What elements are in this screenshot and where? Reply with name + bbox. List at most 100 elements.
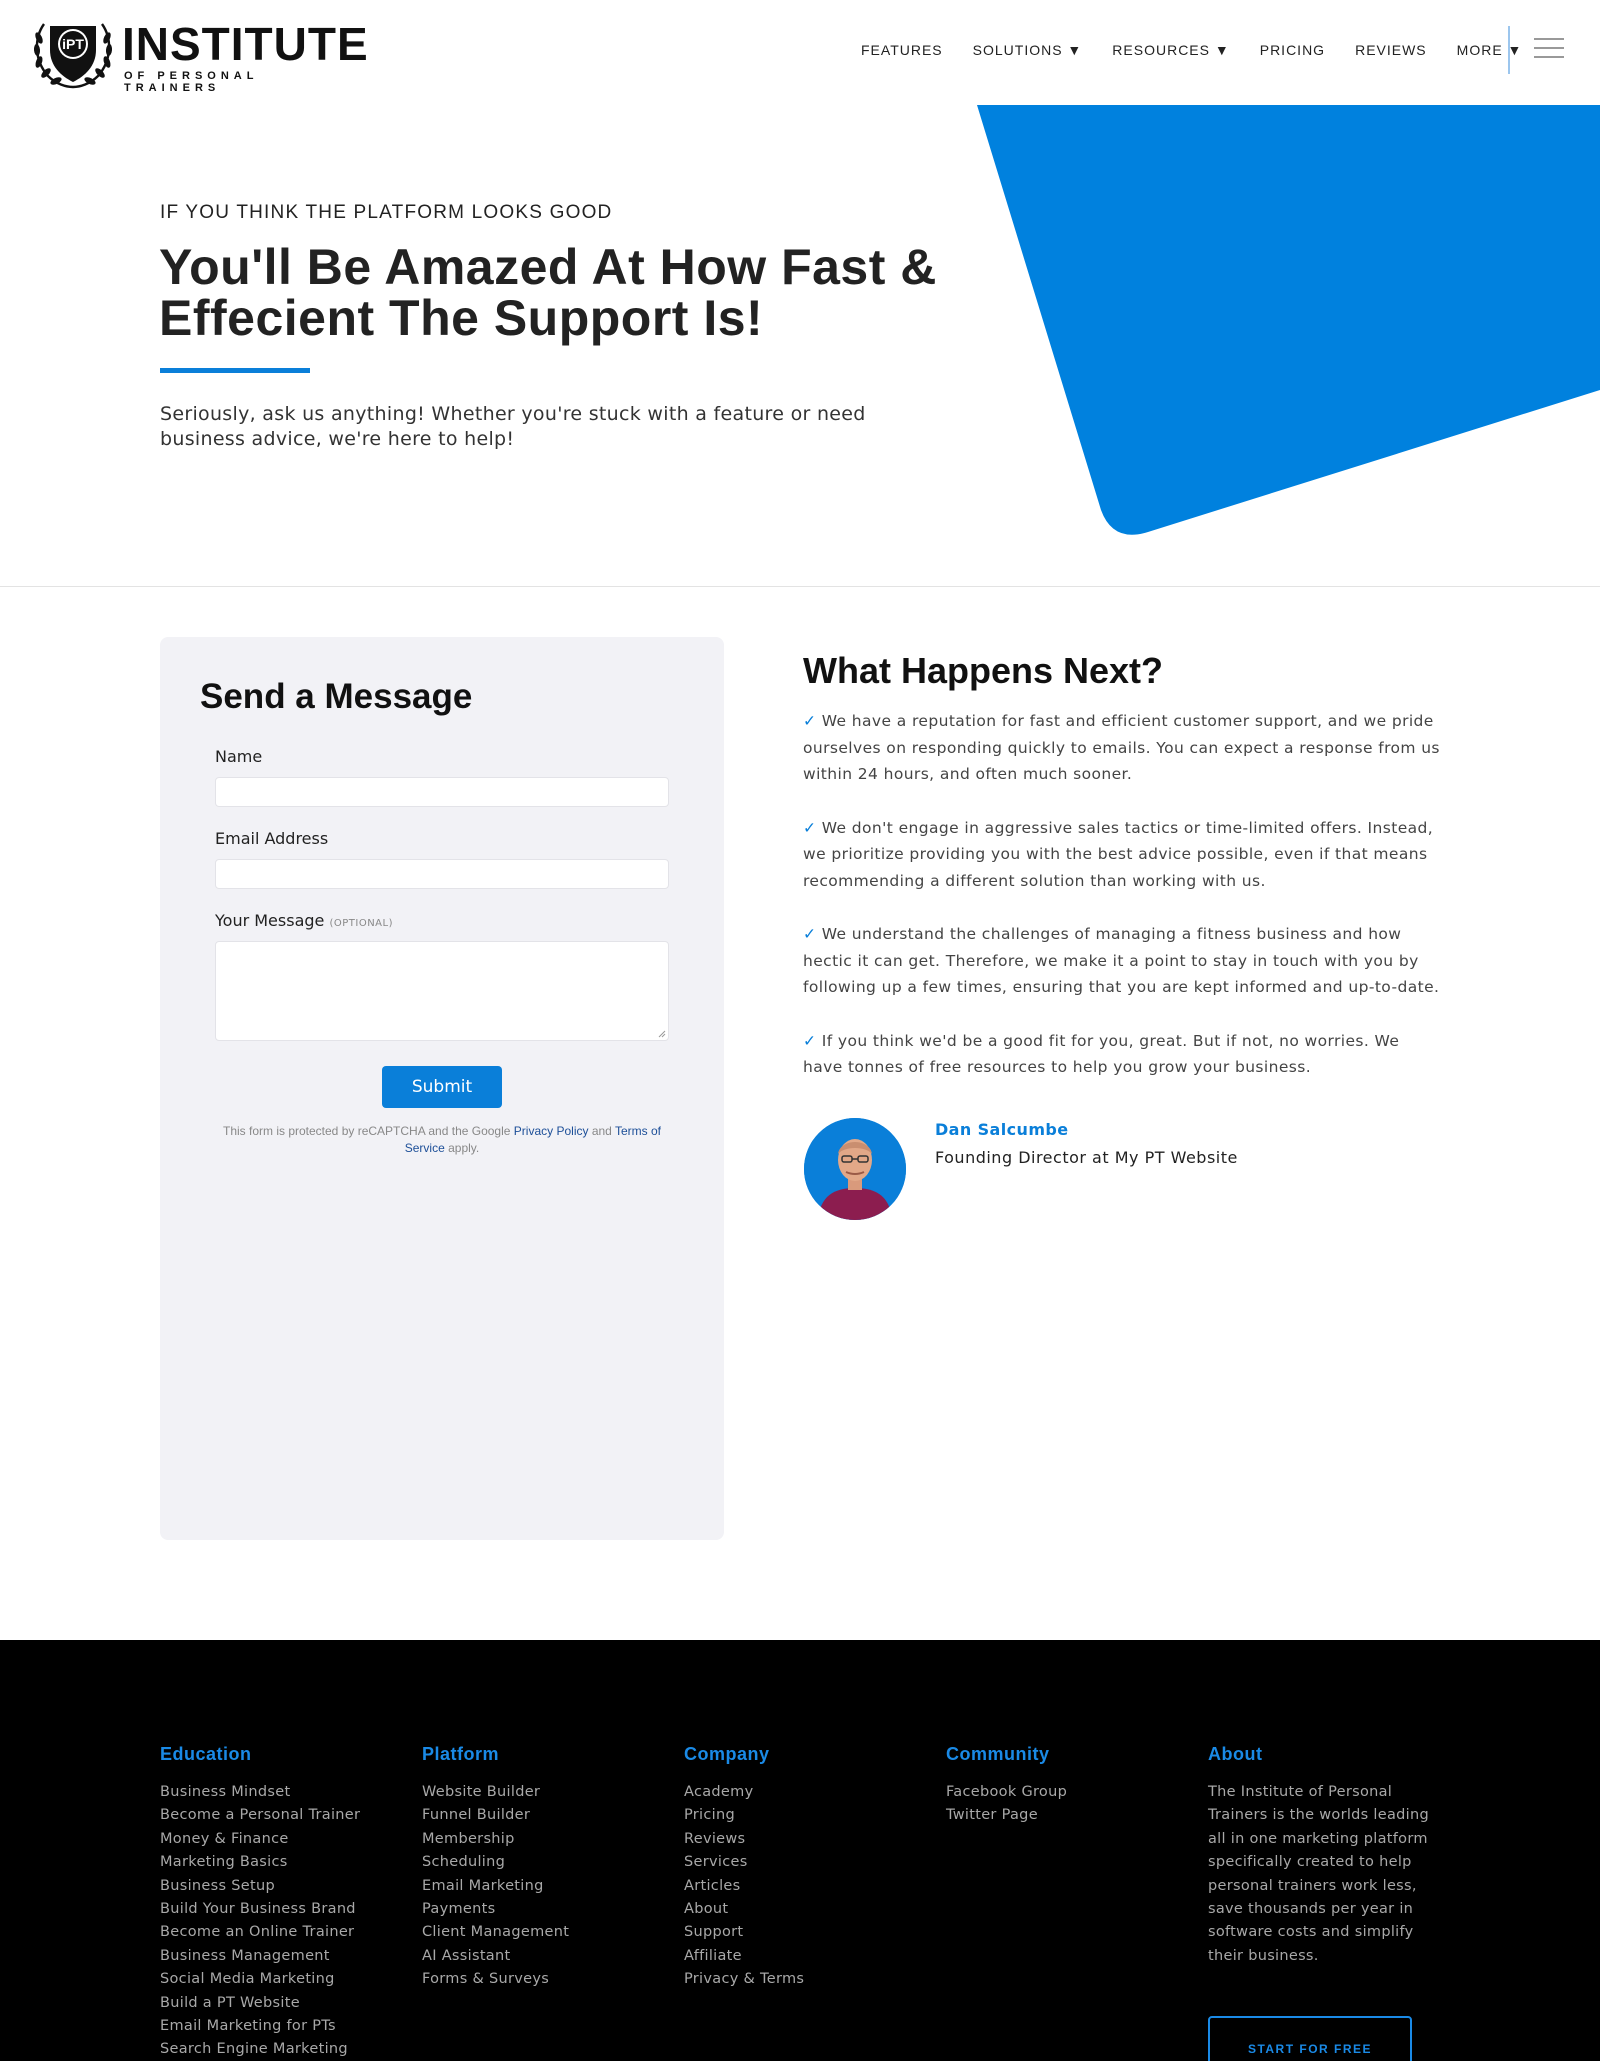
- footer-community-column: Community Facebook Group Twitter Page: [946, 1744, 1067, 1828]
- privacy-policy-link[interactable]: Privacy Policy: [514, 1124, 589, 1138]
- submit-button[interactable]: Submit: [382, 1066, 502, 1108]
- nav-reviews[interactable]: REVIEWS: [1355, 42, 1427, 58]
- nav-more[interactable]: MORE ▼: [1457, 42, 1523, 58]
- message-label-text: Your Message: [215, 911, 325, 930]
- logo[interactable]: iPT INSTITUTE OF PERSONAL TRAINERS: [30, 14, 368, 94]
- nav-solutions[interactable]: SOLUTIONS ▼: [973, 42, 1083, 58]
- message-label: Your Message (OPTIONAL): [215, 911, 393, 930]
- next-step-text: We don't engage in aggressive sales tact…: [803, 818, 1434, 890]
- brand-tagline: OF PERSONAL TRAINERS: [124, 70, 259, 94]
- nav-resources[interactable]: RESOURCES ▼: [1112, 42, 1229, 58]
- next-step-item: ✓ We have a reputation for fast and effi…: [803, 708, 1443, 788]
- footer-link[interactable]: Build Your Business Brand: [160, 1898, 360, 1921]
- footer-link[interactable]: Become an Online Trainer: [160, 1921, 360, 1944]
- footer-link[interactable]: AI Assistant: [422, 1945, 569, 1968]
- footer-link[interactable]: Forms & Surveys: [422, 1968, 569, 1991]
- brand-name: INSTITUTE: [122, 18, 369, 70]
- footer-link[interactable]: Become a Personal Trainer: [160, 1804, 360, 1827]
- footer-link[interactable]: Reviews: [684, 1828, 804, 1851]
- recaptcha-prefix: This form is protected by reCAPTCHA and …: [222, 1124, 511, 1138]
- main-nav: FEATURES SOLUTIONS ▼ RESOURCES ▼ PRICING…: [846, 36, 1537, 64]
- email-input[interactable]: [215, 859, 669, 889]
- recaptcha-suffix: apply.: [448, 1141, 480, 1155]
- footer-link[interactable]: Money & Finance: [160, 1828, 360, 1851]
- footer-link[interactable]: Privacy & Terms: [684, 1968, 804, 1991]
- next-steps-list: ✓ We have a reputation for fast and effi…: [803, 708, 1443, 1108]
- footer-column-title: Education: [160, 1744, 252, 1764]
- footer-column-title: About: [1208, 1744, 1263, 1764]
- next-step-text: We have a reputation for fast and effici…: [803, 712, 1440, 783]
- next-step-item: ✓ We don't engage in aggressive sales ta…: [803, 815, 1443, 895]
- footer-link[interactable]: Build a PT Website: [160, 1992, 360, 2015]
- next-step-text: We understand the challenges of managing…: [803, 925, 1440, 996]
- footer-about-column: About The Institute of Personal Trainers…: [1208, 1744, 1448, 1968]
- laurel-shield-logo-icon: iPT: [33, 23, 113, 89]
- site-footer: Education Business Mindset Become a Pers…: [0, 1640, 1600, 2061]
- footer-link[interactable]: Twitter Page: [946, 1804, 1067, 1827]
- footer-link[interactable]: Facebook Group: [946, 1781, 1067, 1804]
- footer-link[interactable]: Funnel Builder: [422, 1804, 569, 1827]
- footer-link[interactable]: Business Setup: [160, 1875, 360, 1898]
- nav-divider: [1508, 26, 1510, 74]
- nav-features[interactable]: FEATURES: [861, 42, 943, 58]
- checkmark-icon: ✓: [803, 818, 817, 837]
- footer-link[interactable]: Marketing Basics: [160, 1851, 360, 1874]
- footer-link[interactable]: Client Management: [422, 1921, 569, 1944]
- person-portrait-icon: [804, 1118, 906, 1220]
- start-for-free-button[interactable]: START FOR FREE: [1208, 2016, 1412, 2061]
- hero-title: You'll Be Amazed At How Fast & Effecient…: [159, 239, 937, 346]
- footer-link[interactable]: Pricing: [684, 1804, 804, 1827]
- footer-about-text: The Institute of Personal Trainers is th…: [1208, 1784, 1429, 1964]
- footer-link[interactable]: Scheduling: [422, 1851, 569, 1874]
- message-textarea[interactable]: [215, 941, 669, 1041]
- name-label: Name: [215, 747, 263, 766]
- footer-link[interactable]: Services: [684, 1851, 804, 1874]
- hero-title-underline: [160, 368, 310, 373]
- next-step-text: If you think we'd be a good fit for you,…: [803, 1031, 1400, 1077]
- footer-link[interactable]: Academy: [684, 1781, 804, 1804]
- nav-pricing[interactable]: PRICING: [1260, 42, 1325, 58]
- footer-link[interactable]: Website Builder: [422, 1781, 569, 1804]
- footer-company-column: Company Academy Pricing Reviews Services…: [684, 1744, 804, 1992]
- hamburger-icon[interactable]: [1534, 38, 1564, 60]
- recaptcha-notice: This form is protected by reCAPTCHA and …: [216, 1123, 668, 1157]
- author-avatar: [804, 1118, 906, 1220]
- next-step-item: ✓ We understand the challenges of managi…: [803, 921, 1443, 1001]
- next-steps-title: What Happens Next?: [803, 650, 1164, 691]
- svg-text:iPT: iPT: [62, 36, 84, 52]
- name-input[interactable]: [215, 777, 669, 807]
- footer-link[interactable]: Email Marketing for PTs: [160, 2015, 360, 2038]
- footer-link[interactable]: Articles: [684, 1875, 804, 1898]
- section-divider: [0, 586, 1600, 587]
- checkmark-icon: ✓: [803, 712, 817, 730]
- hero-eyebrow: IF YOU THINK THE PLATFORM LOOKS GOOD: [160, 202, 613, 223]
- form-title: Send a Message: [200, 677, 473, 716]
- optional-tag: (OPTIONAL): [329, 918, 393, 929]
- email-label: Email Address: [215, 829, 329, 848]
- footer-link[interactable]: Payments: [422, 1898, 569, 1921]
- footer-column-title: Company: [684, 1744, 770, 1764]
- footer-link[interactable]: Search Engine Marketing: [160, 2038, 360, 2061]
- footer-link[interactable]: About: [684, 1898, 804, 1921]
- footer-column-title: Platform: [422, 1744, 500, 1764]
- recaptcha-and: and: [591, 1124, 612, 1138]
- footer-link[interactable]: Business Management: [160, 1945, 360, 1968]
- checkmark-icon: ✓: [803, 925, 817, 943]
- footer-link[interactable]: Affiliate: [684, 1945, 804, 1968]
- contact-form-card: Send a Message Name Email Address Your M…: [160, 637, 724, 1540]
- footer-link[interactable]: Membership: [422, 1828, 569, 1851]
- footer-link[interactable]: Email Marketing: [422, 1875, 569, 1898]
- checkmark-icon: ✓: [803, 1031, 817, 1050]
- footer-platform-column: Platform Website Builder Funnel Builder …: [422, 1744, 569, 1992]
- footer-link[interactable]: Business Mindset: [160, 1781, 360, 1804]
- footer-link[interactable]: Support: [684, 1921, 804, 1944]
- resize-grip-icon[interactable]: [658, 1030, 666, 1038]
- footer-link[interactable]: Social Media Marketing: [160, 1968, 360, 1991]
- footer-education-column: Education Business Mindset Become a Pers…: [160, 1744, 360, 2061]
- author-name[interactable]: Dan Salcumbe: [935, 1120, 1069, 1139]
- footer-column-title: Community: [946, 1744, 1050, 1764]
- site-header: iPT INSTITUTE OF PERSONAL TRAINERS FEATU…: [0, 0, 1600, 104]
- next-step-item: ✓ If you think we'd be a good fit for yo…: [803, 1028, 1443, 1081]
- author-role: Founding Director at My PT Website: [935, 1148, 1238, 1167]
- hero-description: Seriously, ask us anything! Whether you'…: [160, 403, 866, 450]
